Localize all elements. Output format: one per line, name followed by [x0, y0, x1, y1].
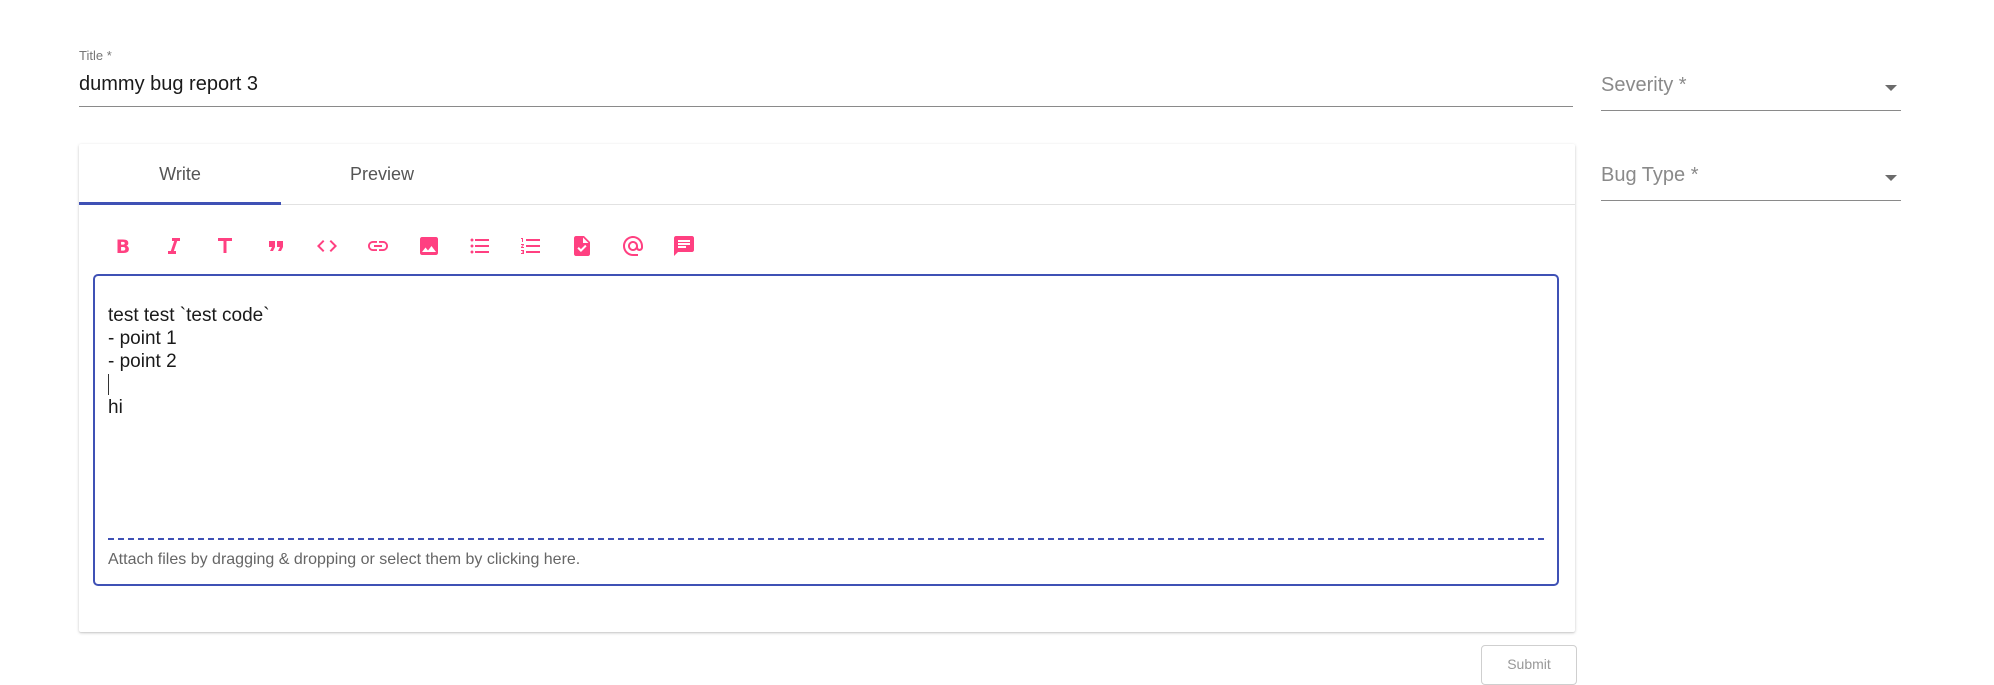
task-list-button[interactable] [556, 228, 607, 264]
active-tab-indicator [79, 202, 281, 205]
bold-button[interactable]: B [97, 228, 148, 264]
editor-line: - point 1 [108, 328, 177, 349]
bulleted-list-button[interactable] [454, 228, 505, 264]
title-label: Title * [79, 48, 112, 63]
quote-icon [268, 241, 283, 251]
saved-replies-icon [673, 236, 694, 256]
editor-line: test test `test code` [108, 305, 270, 326]
dropdown-arrow-icon [1885, 175, 1897, 181]
mention-button[interactable] [607, 228, 658, 264]
attach-files-link[interactable]: Attach files by dragging & dropping or s… [108, 551, 580, 569]
severity-label: Severity * [1601, 74, 1687, 96]
image-icon [419, 237, 438, 255]
link-button[interactable] [352, 228, 403, 264]
text-cursor [108, 374, 109, 395]
image-button[interactable] [403, 228, 454, 264]
bug-type-select[interactable]: Bug Type * [1601, 160, 1901, 201]
mention-icon [622, 236, 643, 256]
saved-replies-button[interactable] [658, 228, 709, 264]
heading-button[interactable] [199, 228, 250, 264]
heading-icon [217, 238, 232, 253]
code-button[interactable] [301, 228, 352, 264]
svg-text:B: B [115, 236, 129, 258]
bug-type-label: Bug Type * [1601, 164, 1699, 186]
editor-line: - point 2 [108, 351, 177, 372]
editor-text[interactable]: test test `test code` - point 1 - point … [108, 304, 270, 419]
numbered-list-button[interactable] [505, 228, 556, 264]
editor-line: hi [108, 397, 123, 418]
title-input[interactable]: dummy bug report 3 [79, 73, 258, 96]
code-icon [316, 240, 337, 252]
markdown-editor-card: Write Preview B test test `test code` - … [79, 144, 1575, 632]
link-icon [367, 241, 388, 251]
severity-select[interactable]: Severity * [1601, 70, 1901, 111]
markdown-textarea[interactable]: test test `test code` - point 1 - point … [93, 274, 1559, 586]
task-list-icon [573, 236, 590, 256]
bulleted-list-icon [470, 238, 489, 254]
italic-icon [167, 238, 180, 254]
title-field[interactable]: Title * dummy bug report 3 [79, 46, 1573, 107]
dropdown-arrow-icon [1885, 85, 1897, 91]
italic-button[interactable] [148, 228, 199, 264]
bold-icon: B [115, 236, 129, 258]
tab-write[interactable]: Write [79, 144, 281, 204]
editor-tabs: Write Preview [79, 144, 1575, 205]
attach-divider [108, 538, 1544, 540]
editor-line-with-cursor [108, 373, 270, 396]
numbered-list-icon [520, 238, 540, 254]
quote-button[interactable] [250, 228, 301, 264]
submit-button[interactable]: Submit [1481, 645, 1577, 685]
tab-preview[interactable]: Preview [281, 144, 483, 204]
formatting-toolbar: B [97, 228, 709, 264]
